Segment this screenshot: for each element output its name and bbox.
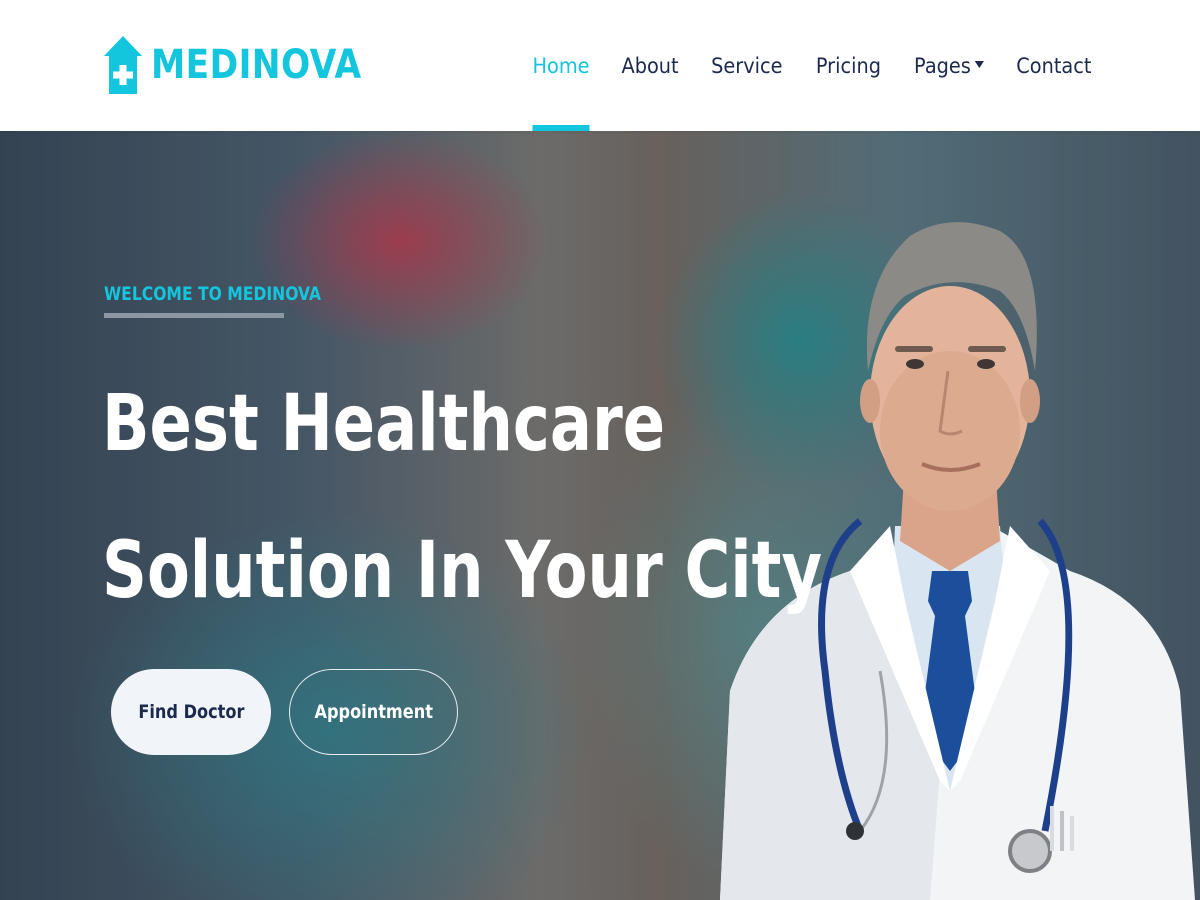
nav-pricing-label: Pricing [815, 53, 881, 78]
nav-home[interactable]: Home [532, 0, 590, 131]
eyebrow-underline [104, 313, 284, 318]
hero-headline: Best Healthcare Solution In Your City [102, 351, 822, 645]
hero-headline-line1: Best Healthcare [102, 379, 666, 469]
hero-headline-line2: Solution In Your City [102, 526, 823, 616]
hero-section: WELCOME TO MEDINOVA Best Healthcare Solu… [0, 131, 1200, 900]
caret-down-icon [974, 61, 984, 68]
house-medical-icon [104, 36, 142, 94]
nav-contact[interactable]: Contact [1017, 0, 1092, 131]
brand-name: MEDINOVA [151, 42, 362, 88]
appointment-label: Appointment [314, 701, 433, 723]
nav-about[interactable]: About [621, 0, 678, 131]
find-doctor-label: Find Doctor [137, 701, 245, 723]
nav-pages-label: Pages [913, 53, 971, 78]
nav-pages-dropdown[interactable]: Pages [914, 0, 984, 131]
nav-home-label: Home [532, 53, 590, 78]
hero-eyebrow: WELCOME TO MEDINOVA [104, 283, 322, 305]
brand-logo[interactable]: MEDINOVA [103, 34, 396, 96]
nav-service[interactable]: Service [711, 0, 782, 131]
nav-contact-label: Contact [1016, 53, 1092, 78]
main-nav: Home About Service Pricing Pages Contact [503, 0, 1095, 131]
navbar: MEDINOVA Home About Service Pricing Page… [0, 0, 1200, 131]
nav-service-label: Service [711, 53, 783, 78]
nav-pricing[interactable]: Pricing [816, 0, 881, 131]
nav-about-label: About [621, 53, 679, 78]
appointment-button[interactable]: Appointment [289, 669, 458, 755]
find-doctor-button[interactable]: Find Doctor [111, 669, 271, 755]
